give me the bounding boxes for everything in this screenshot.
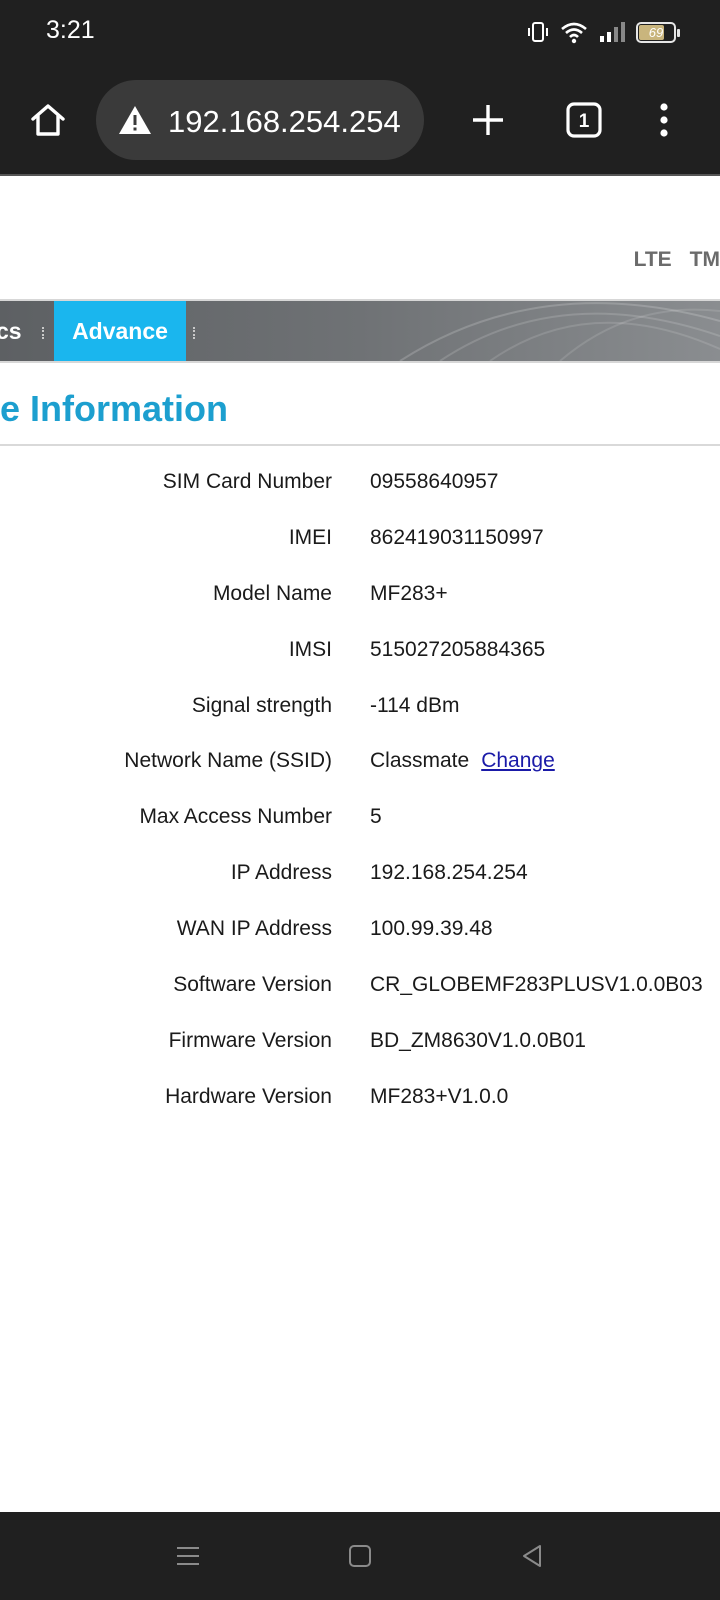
info-label: Software Version — [173, 973, 332, 996]
screen: 3:21 69 192.168.254.254 1 LTE TM s Advan… — [0, 0, 720, 1600]
info-label: Model Name — [212, 582, 332, 605]
new-tab-icon[interactable] — [462, 94, 514, 146]
info-value: 862419031150997 — [370, 526, 544, 549]
main-nav: cs Advance — [0, 299, 720, 363]
info-row: WAN IP Address 100.99.39.48 — [0, 917, 720, 957]
battery-icon: 69 — [636, 21, 680, 43]
change-ssid-link[interactable]: Change — [481, 749, 555, 772]
info-label: SIM Card Number — [162, 470, 332, 493]
url-text[interactable]: 192.168.254.254 — [168, 104, 401, 140]
system-nav-bar — [0, 1512, 720, 1600]
tab-count: 1 — [579, 111, 590, 132]
info-row: Max Access Number 5 — [0, 805, 720, 845]
overflow-menu-icon[interactable] — [638, 94, 690, 146]
info-row: SIM Card Number 09558640957 — [0, 470, 720, 510]
vibrate-icon — [528, 22, 548, 42]
home-icon[interactable] — [22, 94, 74, 146]
info-row: Firmware Version BD_ZM8630V1.0.0B01 — [0, 1029, 720, 1069]
info-label: Firmware Version — [168, 1029, 332, 1052]
info-value: CR_GLOBEMF283PLUSV1.0.0B03 — [370, 973, 703, 996]
info-row: Network Name (SSID) Classmate Change — [0, 749, 720, 789]
section-divider — [0, 444, 720, 446]
info-value: 5 — [370, 805, 382, 828]
home-square-icon[interactable] — [342, 1538, 378, 1574]
nav-item-partial[interactable]: cs — [0, 301, 22, 361]
info-row: Software Version CR_GLOBEMF283PLUSV1.0.0… — [0, 973, 720, 1013]
info-row: Model Name MF283+ — [0, 582, 720, 622]
network-label-lte: LTE — [633, 248, 672, 271]
info-value-ssid: Classmate Change — [370, 749, 555, 773]
web-page: LTE TM cs Advance e Information SIM Card… — [0, 176, 720, 1512]
nav-item-advance[interactable]: Advance — [54, 301, 186, 361]
browser-toolbar: 192.168.254.254 1 — [0, 64, 720, 176]
status-icons: 69 — [526, 18, 680, 46]
info-label: IMEI — [288, 526, 332, 549]
nav-separator — [193, 327, 195, 339]
info-row: IMSI 515027205884365 — [0, 638, 720, 678]
menu-icon[interactable] — [170, 1538, 206, 1574]
info-value: BD_ZM8630V1.0.0B01 — [370, 1029, 586, 1052]
info-label: WAN IP Address — [176, 917, 332, 940]
info-row: IMEI 862419031150997 — [0, 526, 720, 566]
info-label: Signal strength — [191, 694, 332, 717]
battery-level: 69 — [648, 24, 664, 40]
tab-switcher-icon[interactable]: 1 — [558, 94, 610, 146]
info-label: Hardware Version — [165, 1085, 332, 1108]
network-label-operator: TM — [689, 248, 720, 271]
info-value: -114 dBm — [370, 694, 460, 717]
status-time: 3:21 — [46, 16, 95, 44]
info-label: IP Address — [230, 861, 332, 884]
info-value: 192.168.254.254 — [370, 861, 528, 884]
info-value: 515027205884365 — [370, 638, 546, 661]
address-bar[interactable]: 192.168.254.254 — [96, 80, 424, 160]
wifi-icon — [561, 22, 587, 44]
decorative-swirl — [399, 302, 720, 361]
status-bar: 3:21 69 — [0, 0, 720, 64]
nav-separator — [42, 327, 44, 339]
info-label: Network Name (SSID) — [124, 749, 332, 772]
signal-icon — [600, 22, 625, 42]
info-value: MF283+V1.0.0 — [370, 1085, 509, 1108]
info-label: IMSI — [288, 638, 332, 661]
info-label: Max Access Number — [139, 805, 332, 828]
info-value: 09558640957 — [370, 470, 499, 493]
section-title: e Information — [0, 388, 229, 429]
info-value: 100.99.39.48 — [370, 917, 493, 940]
warning-icon[interactable] — [118, 104, 152, 136]
network-labels: LTE TM — [634, 248, 720, 272]
info-row: Hardware Version MF283+V1.0.0 — [0, 1085, 720, 1125]
info-row: IP Address 192.168.254.254 — [0, 861, 720, 901]
info-value: MF283+ — [370, 582, 448, 605]
back-triangle-icon[interactable] — [514, 1538, 550, 1574]
info-row: Signal strength -114 dBm — [0, 694, 720, 734]
ssid-value: Classmate — [370, 749, 470, 772]
